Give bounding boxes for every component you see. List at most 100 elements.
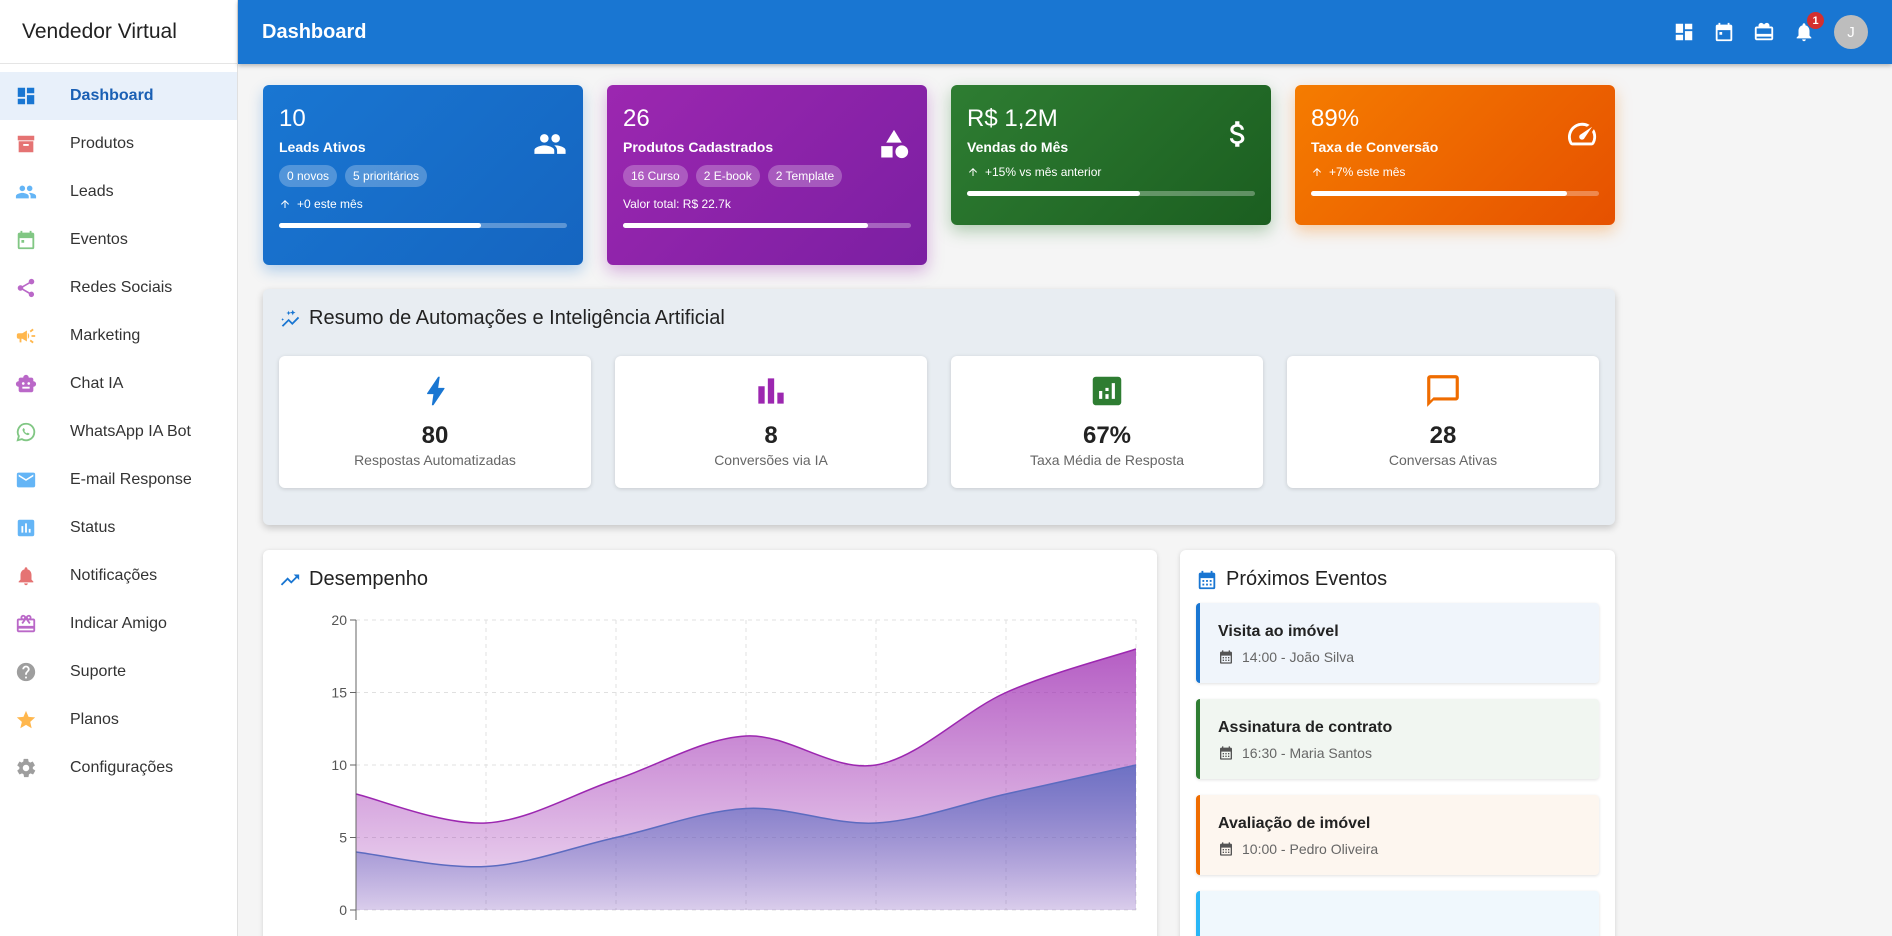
auto-graph-icon [281, 309, 300, 327]
event-detail: 16:30 - Maria Santos [1218, 745, 1581, 761]
metric-card: 8 Conversões via IA [615, 356, 927, 488]
progress-fill [967, 191, 1140, 196]
event-detail: 10:00 - Pedro Oliveira [1218, 841, 1581, 857]
sidebar-item-planos[interactable]: Planos [0, 696, 237, 744]
arrow-up-icon [969, 168, 977, 176]
stat-value: 10 [279, 105, 306, 132]
stat-value: 26 [623, 105, 650, 132]
sidebar-item-dashboard[interactable]: Dashboard [0, 72, 237, 120]
sidebar-item-chat-ia[interactable]: Chat IA [0, 360, 237, 408]
sidebar-item-label: Dashboard [70, 87, 154, 104]
event-item[interactable]: Assinatura de contrato 16:30 - Maria San… [1196, 699, 1599, 779]
panel-title: Próximos Eventos [1226, 568, 1388, 590]
sidebar-item-label: Suporte [70, 663, 127, 680]
progress-bar [279, 223, 567, 228]
event-item[interactable]: Visita ao imóvel 14:00 - João Silva [1196, 603, 1599, 683]
calendar-icon [1220, 650, 1232, 664]
sidebar-item-notificacoes[interactable]: Notificações [0, 552, 237, 600]
sidebar-item-redes-sociais[interactable]: Redes Sociais [0, 264, 237, 312]
event-title: Assinatura de contrato [1218, 719, 1393, 736]
sidebar-item-label: Notificações [70, 567, 158, 584]
notification-badge: 1 [1807, 12, 1824, 29]
event-detail: 14:00 - João Silva [1218, 649, 1581, 665]
sidebar-item-label: Leads [70, 183, 114, 200]
metric-card: 67% Taxa Média de Resposta [951, 356, 1263, 488]
calendar-icon [1220, 746, 1232, 760]
app-bar: Dashboard 1 J [238, 0, 1892, 64]
sidebar-item-suporte[interactable]: Suporte [0, 648, 237, 696]
stat-trend-text: +15% vs mês anterior [985, 165, 1102, 179]
speedometer-icon [1565, 117, 1599, 156]
stat-chips: 0 novos 5 prioritários [279, 165, 567, 187]
share-icon [0, 277, 70, 299]
panel-title: Resumo de Automações e Inteligência Arti… [309, 307, 725, 329]
metric-value: 67% [1082, 422, 1132, 449]
calendar-icon [1220, 842, 1232, 856]
sidebar-item-label: Indicar Amigo [70, 615, 167, 632]
stat-label: Taxa de Conversão [1311, 139, 1439, 155]
events-panel: Próximos Eventos Visita ao imóvel 14:00 … [1180, 550, 1615, 936]
dashboard-icon [1675, 23, 1693, 41]
robot-icon [0, 373, 70, 395]
page-title: Dashboard [262, 20, 367, 43]
sidebar-item-marketing[interactable]: Marketing [0, 312, 237, 360]
whatsapp-icon [0, 421, 70, 443]
progress-fill [279, 223, 481, 228]
sidebar-item-configuracoes[interactable]: Configurações [0, 744, 237, 792]
chip: 16 Curso [623, 165, 688, 187]
gift-button[interactable] [1750, 18, 1778, 46]
dashboard-button[interactable] [1670, 18, 1698, 46]
metric-caption: Conversões via IA [714, 452, 828, 468]
shapes-icon [877, 127, 911, 166]
panel-title: Desempenho [309, 568, 428, 590]
sidebar-item-whatsapp-ia-bot[interactable]: WhatsApp IA Bot [0, 408, 237, 456]
sidebar-item-indicar-amigo[interactable]: Indicar Amigo [0, 600, 237, 648]
people-icon [0, 181, 70, 203]
archive-icon [0, 133, 70, 155]
progress-fill [1311, 191, 1568, 196]
stat-card-conversion[interactable]: 89% Taxa de Conversão +7% este mês [1295, 85, 1615, 225]
metric-caption: Conversas Ativas [1388, 452, 1498, 468]
sidebar-item-label: E-mail Response [70, 471, 192, 488]
sidebar-item-label: Eventos [70, 231, 128, 248]
help-icon [0, 661, 70, 683]
bolt-icon [427, 376, 445, 406]
sidebar-item-label: Planos [70, 711, 119, 728]
metric-card: 80 Respostas Automatizadas [279, 356, 591, 488]
bell-icon [0, 565, 70, 587]
stat-card-leads[interactable]: 10 Leads Ativos 0 novos 5 prioritários +… [263, 85, 583, 265]
stat-card-sales[interactable]: R$ 1,2M Vendas do Mês +15% vs mês anteri… [951, 85, 1271, 225]
chip: 0 novos [279, 165, 338, 187]
chat-icon [1427, 375, 1459, 407]
metric-card: 28 Conversas Ativas [1287, 356, 1599, 488]
sidebar-item-leads[interactable]: Leads [0, 168, 237, 216]
stat-card-products[interactable]: 26 Produtos Cadastrados 16 Curso 2 E-boo… [607, 85, 927, 265]
performance-panel: Desempenho 0 5 10 15 20 [263, 550, 1157, 936]
y-tick-label: 0 [339, 902, 347, 918]
stat-chips: 16 Curso 2 E-book 2 Template [623, 165, 911, 187]
stat-label: Produtos Cadastrados [623, 139, 774, 155]
analytics-icon [1092, 376, 1122, 406]
notifications-button[interactable]: 1 [1790, 12, 1824, 46]
people-icon [533, 127, 567, 166]
event-item[interactable] [1196, 891, 1599, 936]
sidebar-item-label: Produtos [70, 135, 135, 152]
dollar-icon [1221, 117, 1255, 156]
calendar-button[interactable] [1710, 18, 1738, 46]
gift-icon [1754, 22, 1774, 41]
metric-caption: Taxa Média de Resposta [1029, 452, 1185, 468]
gear-icon [0, 757, 70, 779]
calendar-icon [1715, 22, 1733, 42]
avatar[interactable]: J [1834, 15, 1868, 49]
panel-header: Próximos Eventos [1196, 568, 1599, 591]
sidebar-item-produtos[interactable]: Produtos [0, 120, 237, 168]
chip: 2 Template [767, 165, 843, 187]
sidebar-item-status[interactable]: Status [0, 504, 237, 552]
sidebar-item-eventos[interactable]: Eventos [0, 216, 237, 264]
stat-value: R$ 1,2M [967, 105, 1058, 132]
sidebar-item-label: WhatsApp IA Bot [70, 423, 191, 440]
event-item[interactable]: Avaliação de imóvel 10:00 - Pedro Olivei… [1196, 795, 1599, 875]
star-icon [0, 709, 70, 731]
sidebar-item-email-response[interactable]: E-mail Response [0, 456, 237, 504]
chip: 2 E-book [695, 165, 760, 187]
